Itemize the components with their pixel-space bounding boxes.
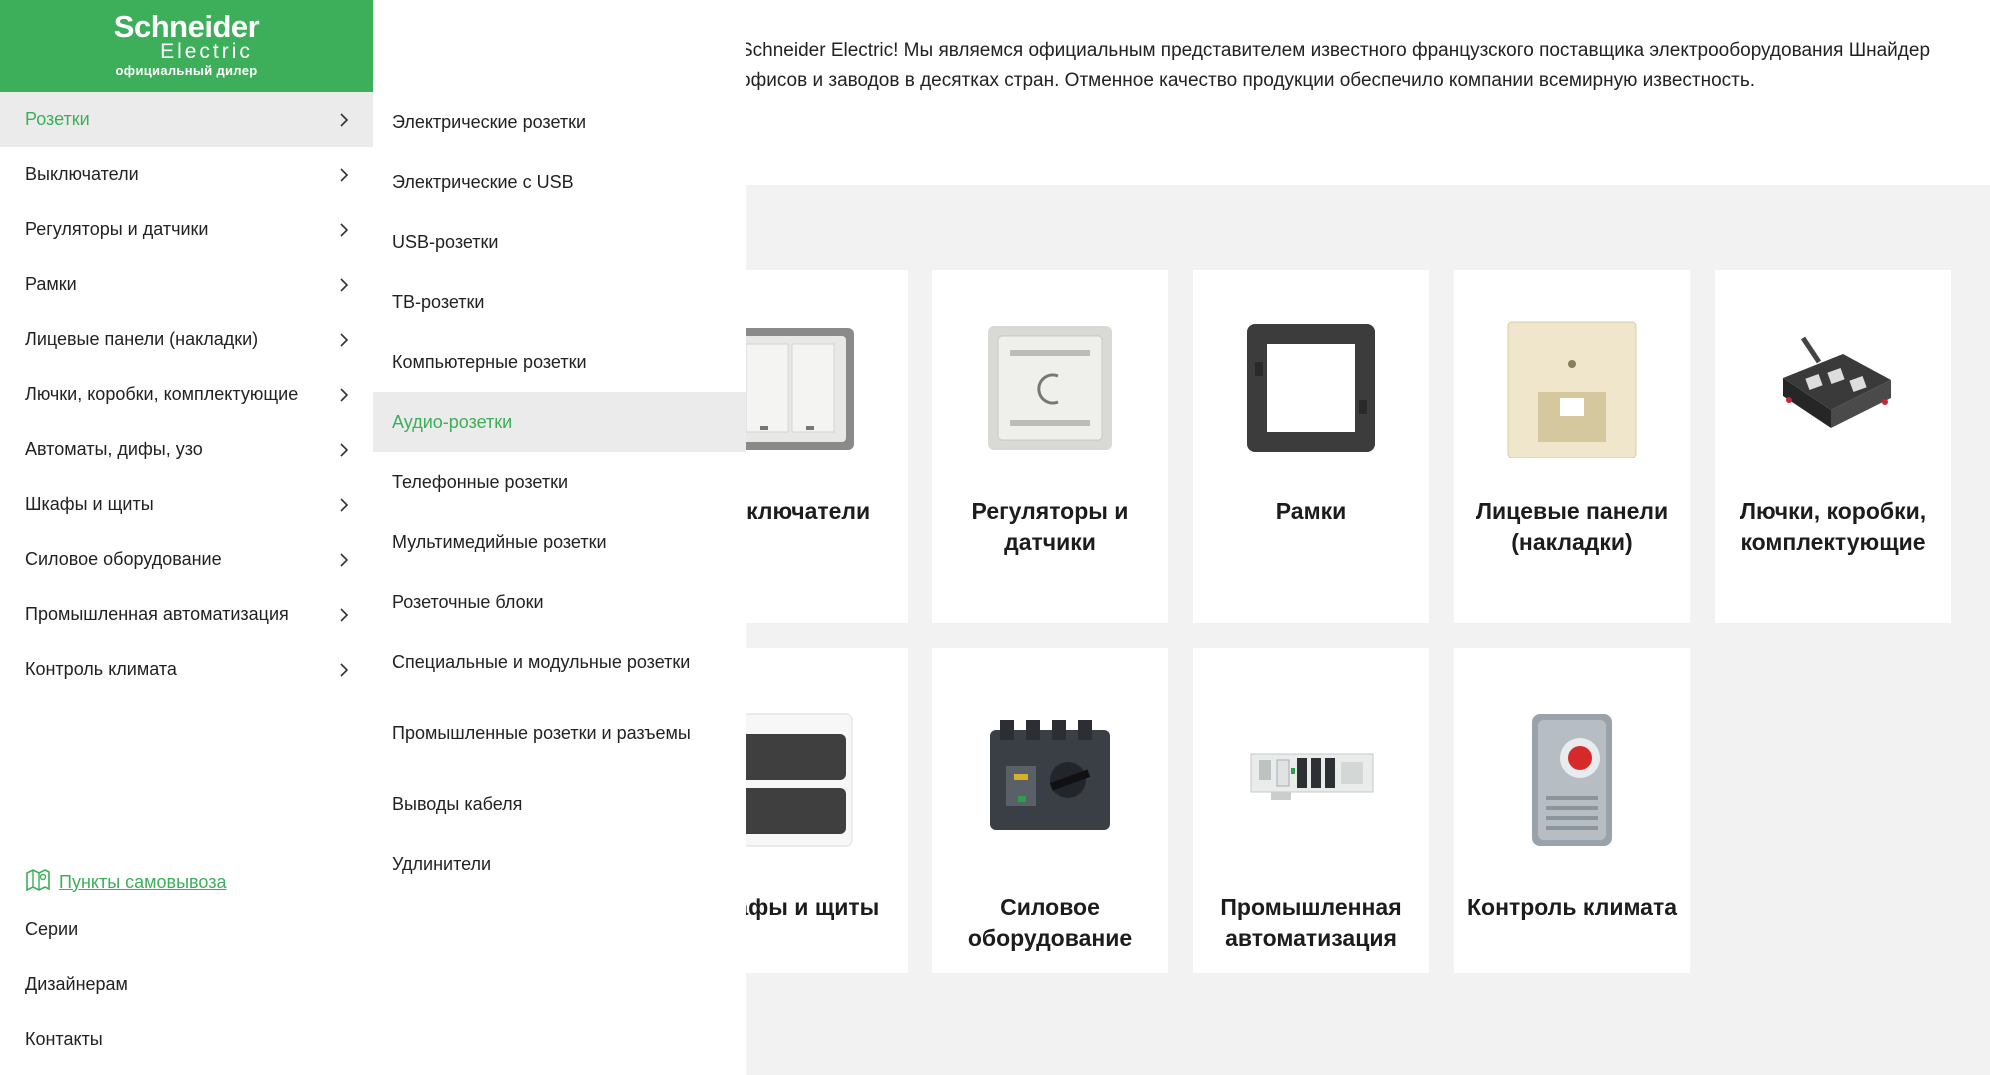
map-icon xyxy=(25,868,51,897)
menu-item-floor-boxes[interactable]: Лючки, коробки, комплектующие xyxy=(0,367,373,422)
chevron-right-icon xyxy=(339,110,351,130)
pickup-points-link[interactable]: Пункты самовывоза xyxy=(25,862,353,902)
pickup-points-label: Пункты самовывоза xyxy=(59,871,227,892)
category-card-face-plates[interactable]: Лицевые панели (накладки) xyxy=(1454,270,1690,623)
submenu-item[interactable]: Телефонные розетки xyxy=(373,452,746,512)
power-switch-icon xyxy=(980,710,1120,850)
submenu-item[interactable]: Компьютерные розетки xyxy=(373,332,746,392)
chevron-right-icon xyxy=(339,495,351,515)
category-card-label: Контроль климата xyxy=(1467,894,1678,920)
submenu-list: Электрические розетки Электрические с US… xyxy=(373,92,746,894)
menu-item-label: Автоматы, дифы, узо xyxy=(25,439,203,459)
menu-item-regulators[interactable]: Регуляторы и датчики xyxy=(0,202,373,257)
brand-name-electric: Electric xyxy=(160,40,253,63)
drawer-bottom-links: Пункты самовывоза Серии Дизайнерам Конта… xyxy=(25,862,353,1067)
menu-item-climate-control[interactable]: Контроль климата xyxy=(0,642,373,697)
submenu-item[interactable]: Электрические с USB xyxy=(373,152,746,212)
menu-item-label: Розетки xyxy=(25,109,90,129)
category-card-power-equipment[interactable]: Силовое оборудование xyxy=(932,648,1168,973)
sockets-submenu: Электрические розетки Электрические с US… xyxy=(373,0,746,1075)
submenu-item[interactable]: Выводы кабеля xyxy=(373,774,746,834)
chevron-right-icon xyxy=(339,220,351,240)
intro-line-2: офисов и заводов в десятках стран. Отмен… xyxy=(740,70,1756,91)
chevron-right-icon xyxy=(339,550,351,570)
menu-item-industrial-automation[interactable]: Промышленная автоматизация xyxy=(0,587,373,642)
brand-name: Schneider xyxy=(113,9,260,44)
menu-item-label: Выключатели xyxy=(25,164,139,184)
brand-tagline: официальный дилер xyxy=(115,63,258,78)
menu-item-label: Рамки xyxy=(25,274,77,294)
chevron-right-icon xyxy=(339,440,351,460)
submenu-item-audio-sockets[interactable]: Аудио-розетки xyxy=(373,392,746,452)
menu-item-cabinets[interactable]: Шкафы и щиты xyxy=(0,477,373,532)
submenu-item[interactable]: ТВ-розетки xyxy=(373,272,746,332)
menu-item-contacts[interactable]: Контакты xyxy=(25,1012,353,1067)
menu-item-series[interactable]: Серии xyxy=(25,902,353,957)
menu-item-label: Лицевые панели (накладки) xyxy=(25,329,259,349)
category-card-frames[interactable]: Рамки xyxy=(1193,270,1429,623)
menu-item-label: Лючки, коробки, комплектующие xyxy=(25,384,299,404)
category-card-label: Лицевые панели (накладки) xyxy=(1475,498,1669,555)
category-card-label: Промышленная автоматизация xyxy=(1220,894,1402,951)
menu-item-designers[interactable]: Дизайнерам xyxy=(25,957,353,1012)
plc-icon xyxy=(1241,710,1381,850)
intro-text: Schneider Electric! Мы являемся официаль… xyxy=(740,36,1955,96)
climate-thermostat-icon xyxy=(1502,710,1642,850)
submenu-item[interactable]: Электрические розетки xyxy=(373,92,746,152)
menu-item-label: Силовое оборудование xyxy=(25,549,222,569)
thermostat-icon xyxy=(980,318,1120,458)
brand-logo[interactable]: Schneider Electric официальный дилер xyxy=(0,0,373,92)
category-card-floor-boxes[interactable]: Лючки, коробки, комплектующие xyxy=(1715,270,1951,623)
main-menu-drawer: Schneider Electric официальный дилер Роз… xyxy=(0,0,374,1075)
menu-item-label: Регуляторы и датчики xyxy=(25,219,209,239)
face-plate-icon xyxy=(1502,318,1642,458)
chevron-right-icon xyxy=(339,605,351,625)
category-card-label: Лючки, коробки, комплектующие xyxy=(1739,498,1927,555)
menu-item-breakers[interactable]: Автоматы, дифы, узо xyxy=(0,422,373,477)
menu-item-power-equipment[interactable]: Силовое оборудование xyxy=(0,532,373,587)
submenu-item[interactable]: Мультимедийные розетки xyxy=(373,512,746,572)
category-card-label: Регуляторы и датчики xyxy=(971,498,1129,555)
menu-item-sockets[interactable]: Розетки xyxy=(0,92,373,147)
category-menu: Розетки Выключатели Регуляторы и датчики… xyxy=(0,92,373,697)
menu-item-face-plates[interactable]: Лицевые панели (накладки) xyxy=(0,312,373,367)
submenu-item[interactable]: Специальные и модульные розетки xyxy=(373,632,746,692)
chevron-right-icon xyxy=(339,165,351,185)
category-card-label: Силовое оборудование xyxy=(967,894,1133,951)
menu-item-label: Контроль климата xyxy=(25,659,177,679)
chevron-right-icon xyxy=(339,330,351,350)
chevron-right-icon xyxy=(339,660,351,680)
chevron-right-icon xyxy=(339,385,351,405)
submenu-item[interactable]: Удлинители xyxy=(373,834,746,894)
menu-item-label: Промышленная автоматизация xyxy=(25,604,289,624)
chevron-right-icon xyxy=(339,275,351,295)
menu-item-switches[interactable]: Выключатели xyxy=(0,147,373,202)
category-card-industrial-automation[interactable]: Промышленная автоматизация xyxy=(1193,648,1429,973)
submenu-item[interactable]: USB-розетки xyxy=(373,212,746,272)
category-card-climate-control[interactable]: Контроль климата xyxy=(1454,648,1690,973)
category-card-regulators[interactable]: Регуляторы и датчики xyxy=(932,270,1168,623)
submenu-item[interactable]: Промышленные розетки и разъемы xyxy=(373,692,746,774)
submenu-item[interactable]: Розеточные блоки xyxy=(373,572,746,632)
category-card-label: Рамки xyxy=(1275,498,1347,524)
frame-icon xyxy=(1241,318,1381,458)
menu-item-frames[interactable]: Рамки xyxy=(0,257,373,312)
menu-item-label: Шкафы и щиты xyxy=(25,494,154,514)
floor-box-icon xyxy=(1763,318,1903,458)
intro-line-1: Schneider Electric! Мы являемся официаль… xyxy=(740,40,1931,61)
